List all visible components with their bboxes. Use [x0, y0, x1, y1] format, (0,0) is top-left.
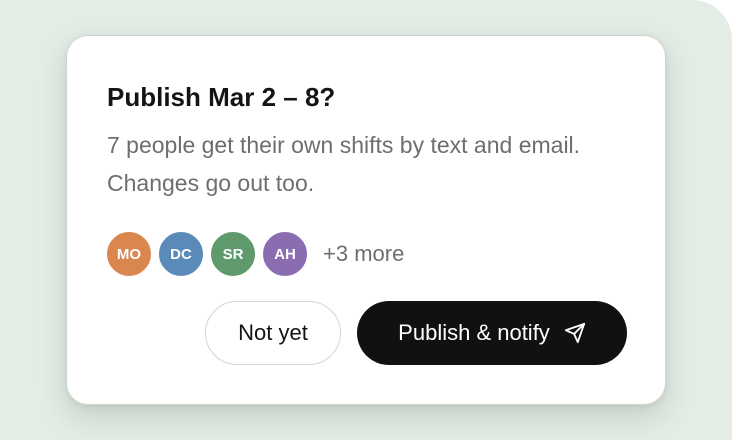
avatar: DC [157, 230, 205, 278]
send-icon [564, 322, 586, 344]
dialog-description: 7 people get their own shifts by text an… [107, 132, 581, 196]
publish-notify-label: Publish & notify [398, 320, 550, 345]
publish-dialog: Publish Mar 2 – 8? 7 people get their ow… [66, 35, 666, 405]
recipient-avatars: MO DC SR AH +3 more [105, 230, 404, 278]
avatar: SR [209, 230, 257, 278]
not-yet-button[interactable]: Not yet [205, 301, 341, 365]
more-recipients-count: +3 more [323, 241, 405, 266]
avatar: AH [261, 230, 309, 278]
avatar: MO [105, 230, 153, 278]
dialog-title: Publish Mar 2 – 8? [107, 82, 336, 112]
publish-notify-button[interactable]: Publish & notify [357, 301, 627, 365]
